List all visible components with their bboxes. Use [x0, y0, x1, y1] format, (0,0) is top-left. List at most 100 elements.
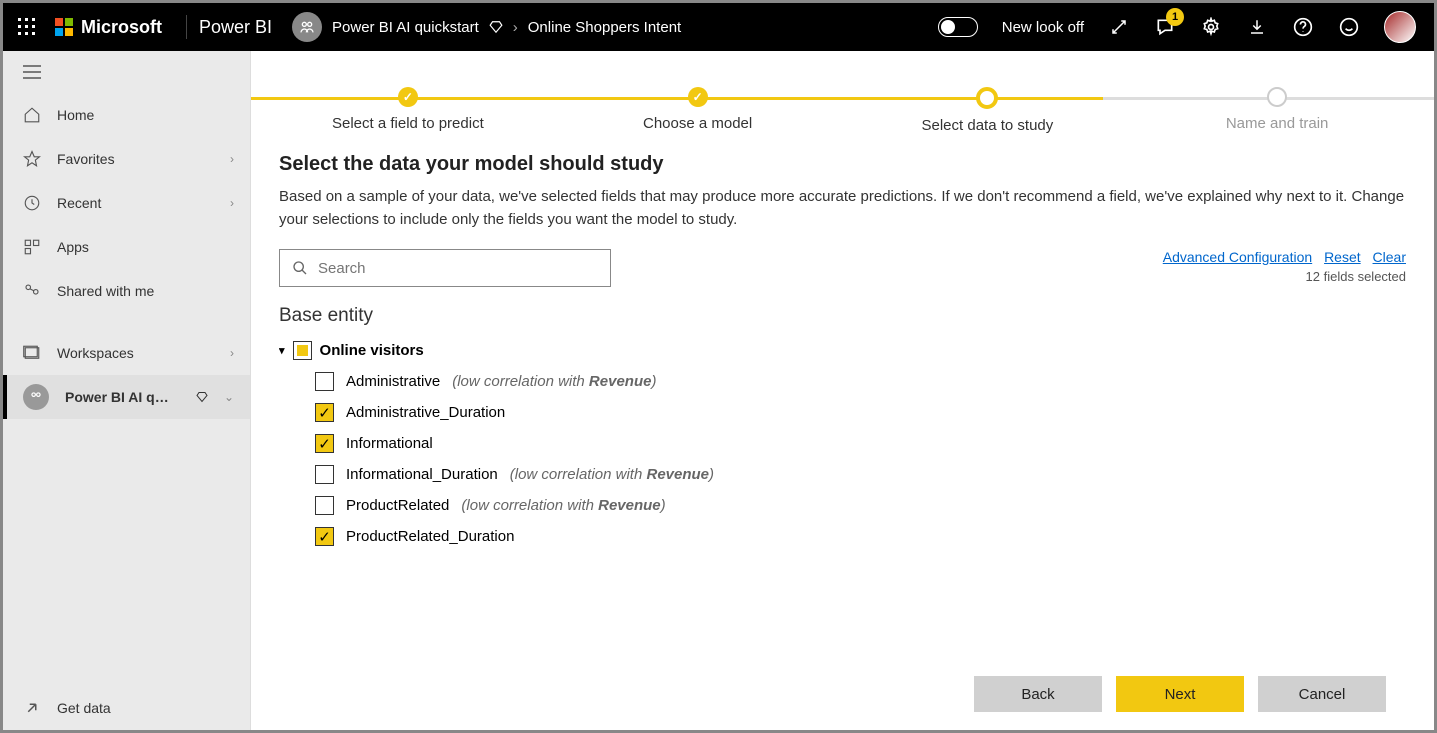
collapse-triangle-icon[interactable]: ▾	[279, 344, 285, 357]
check-icon: ✓	[688, 87, 708, 107]
wizard-footer: Back Next Cancel	[279, 658, 1406, 730]
chevron-right-icon: ›	[230, 152, 234, 166]
field-checkbox[interactable]	[315, 465, 334, 484]
sidebar-item-label: Power BI AI q…	[65, 389, 180, 405]
help-icon[interactable]	[1292, 16, 1314, 38]
settings-gear-icon[interactable]	[1200, 16, 1222, 38]
collapse-sidebar-icon[interactable]	[3, 51, 250, 93]
field-checkbox[interactable]: ✓	[315, 434, 334, 453]
page-heading: Select the data your model should study	[279, 153, 1406, 176]
fullscreen-icon[interactable]	[1108, 16, 1130, 38]
step-4: Name and train	[1132, 87, 1422, 135]
divider	[186, 15, 187, 39]
next-button[interactable]: Next	[1116, 676, 1244, 712]
field-row[interactable]: ✓ Administrative_Duration	[279, 397, 1396, 428]
sidebar-item-home[interactable]: Home	[3, 93, 250, 137]
chevron-right-icon: ›	[230, 346, 234, 360]
search-input[interactable]	[318, 260, 598, 277]
sidebar-item-shared[interactable]: Shared with me	[3, 269, 250, 313]
ms-logo-text: Microsoft	[81, 17, 162, 38]
download-icon[interactable]	[1246, 16, 1268, 38]
sidebar-item-get-data[interactable]: Get data	[3, 686, 250, 730]
clock-icon	[23, 194, 41, 212]
field-checkbox[interactable]: ✓	[315, 527, 334, 546]
sidebar-item-label: Recent	[57, 195, 214, 211]
field-row[interactable]: Administrative (low correlation with Rev…	[279, 366, 1396, 397]
sidebar-item-apps[interactable]: Apps	[3, 225, 250, 269]
field-hint: (low correlation with Revenue)	[452, 373, 656, 390]
star-icon	[23, 150, 41, 168]
topbar: Microsoft Power BI Power BI AI quickstar…	[3, 3, 1434, 51]
home-icon	[23, 106, 41, 124]
field-label: Informational	[346, 435, 433, 452]
check-icon: ✓	[398, 87, 418, 107]
product-brand[interactable]: Power BI	[199, 17, 272, 38]
reset-link[interactable]: Reset	[1324, 249, 1361, 265]
sidebar-item-label: Home	[57, 107, 234, 123]
sidebar-item-label: Workspaces	[57, 345, 214, 361]
advanced-config-link[interactable]: Advanced Configuration	[1163, 249, 1312, 265]
breadcrumb: Power BI AI quickstart › Online Shoppers…	[332, 19, 681, 36]
cancel-button[interactable]: Cancel	[1258, 676, 1386, 712]
breadcrumb-page[interactable]: Online Shoppers Intent	[528, 19, 681, 36]
entity-checkbox-partial[interactable]	[293, 341, 312, 360]
field-checkbox[interactable]	[315, 496, 334, 515]
search-box[interactable]	[279, 249, 611, 287]
app-launcher-icon[interactable]	[3, 3, 51, 51]
field-checkbox[interactable]	[315, 372, 334, 391]
get-data-icon	[23, 699, 41, 717]
wizard-stepper: ✓ Select a field to predict ✓ Choose a m…	[251, 87, 1434, 135]
clear-link[interactable]: Clear	[1373, 249, 1406, 265]
field-label: Informational_Duration	[346, 466, 498, 483]
field-checkbox[interactable]: ✓	[315, 403, 334, 422]
sidebar: Home Favorites › Recent › Apps Shared wi…	[3, 51, 251, 730]
ms-logo-icon	[55, 18, 73, 36]
step-3[interactable]: Select data to study	[843, 87, 1133, 135]
field-list[interactable]: ▾ Online visitors Administrative (low co…	[279, 335, 1406, 658]
field-label: Administrative	[346, 373, 440, 390]
sidebar-item-current-workspace[interactable]: Power BI AI q… ⌄	[3, 375, 250, 419]
breadcrumb-workspace[interactable]: Power BI AI quickstart	[332, 19, 479, 36]
share-icon	[23, 282, 41, 300]
new-look-label: New look off	[1002, 19, 1084, 36]
sidebar-item-label: Apps	[57, 239, 234, 255]
apps-icon	[23, 238, 41, 256]
current-step-dot	[976, 87, 998, 109]
fields-selected-count: 12 fields selected	[1155, 269, 1406, 284]
entity-name: Online visitors	[320, 342, 424, 359]
feedback-smile-icon[interactable]	[1338, 16, 1360, 38]
field-hint: (low correlation with Revenue)	[461, 497, 665, 514]
base-entity-label: Base entity	[279, 305, 1406, 327]
topbar-actions: New look off 1	[938, 11, 1424, 43]
back-button[interactable]: Back	[974, 676, 1102, 712]
step-1[interactable]: ✓ Select a field to predict	[263, 87, 553, 135]
field-row[interactable]: ProductRelated (low correlation with Rev…	[279, 490, 1396, 521]
field-row[interactable]: ✓ ProductRelated_Duration	[279, 521, 1396, 552]
sidebar-item-favorites[interactable]: Favorites ›	[3, 137, 250, 181]
notifications-icon[interactable]: 1	[1154, 16, 1176, 38]
premium-diamond-icon	[489, 20, 503, 34]
field-label: ProductRelated	[346, 497, 449, 514]
sidebar-item-workspaces[interactable]: Workspaces ›	[3, 331, 250, 375]
field-row[interactable]: Informational_Duration (low correlation …	[279, 459, 1396, 490]
new-look-toggle[interactable]	[938, 17, 978, 37]
search-icon	[292, 260, 308, 276]
chevron-right-icon: ›	[230, 196, 234, 210]
field-label: ProductRelated_Duration	[346, 528, 514, 545]
field-label: Administrative_Duration	[346, 404, 505, 421]
premium-diamond-icon	[196, 391, 208, 403]
pending-step-dot	[1267, 87, 1287, 107]
chevron-down-icon[interactable]: ⌄	[224, 390, 234, 404]
notification-badge: 1	[1166, 8, 1184, 26]
workspace-avatar-icon[interactable]	[292, 12, 322, 42]
sidebar-item-label: Favorites	[57, 151, 214, 167]
step-2[interactable]: ✓ Choose a model	[553, 87, 843, 135]
main-content: ✓ Select a field to predict ✓ Choose a m…	[251, 51, 1434, 730]
entity-row[interactable]: ▾ Online visitors	[279, 335, 1396, 366]
sidebar-item-recent[interactable]: Recent ›	[3, 181, 250, 225]
field-row[interactable]: ✓ Informational	[279, 428, 1396, 459]
user-avatar[interactable]	[1384, 11, 1416, 43]
sidebar-item-label: Shared with me	[57, 283, 234, 299]
workspace-avatar-icon	[23, 384, 49, 410]
microsoft-logo[interactable]: Microsoft	[51, 17, 174, 38]
